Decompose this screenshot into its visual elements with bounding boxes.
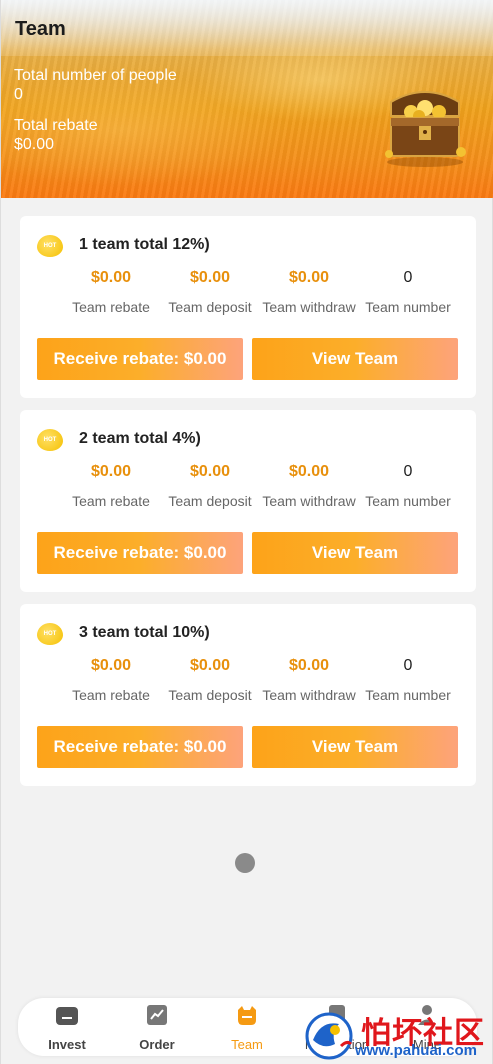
nav-item-order[interactable]: Order: [122, 1004, 192, 1052]
stat-value: $0.00: [288, 269, 330, 286]
stat-label: Team number: [365, 493, 451, 509]
receive-rebate-button[interactable]: Receive rebate: $0.00: [37, 726, 243, 768]
nav-label: Team: [231, 1037, 263, 1052]
hot-icon: HOT: [37, 623, 63, 645]
watermark-url: www.pahuai.com: [355, 1042, 477, 1059]
stat-value: 0: [403, 269, 413, 286]
stat-value: $0.00: [189, 657, 231, 674]
watermark-logo-icon: [305, 1012, 353, 1060]
stat-team-withdraw: $0.00 Team withdraw: [259, 269, 359, 315]
view-team-button[interactable]: View Team: [252, 338, 458, 380]
stat-label: Team withdraw: [262, 299, 356, 315]
view-team-button[interactable]: View Team: [252, 726, 458, 768]
stat-team-number: 0 Team number: [358, 463, 458, 509]
chart-icon: [147, 1005, 167, 1025]
stat-team-deposit: $0.00 Team deposit: [160, 269, 260, 315]
stat-label: Team number: [365, 299, 451, 315]
stat-team-rebate: $0.00 Team rebate: [61, 657, 161, 703]
stat-label: Team number: [365, 687, 451, 703]
stat-value: $0.00: [288, 463, 330, 480]
loading-spinner-icon: [235, 853, 255, 873]
stat-team-number: 0 Team number: [358, 657, 458, 703]
nav-label: Invest: [48, 1037, 86, 1052]
stat-value: 0: [403, 657, 413, 674]
stat-team-number: 0 Team number: [358, 269, 458, 315]
page-title: Team: [15, 18, 66, 40]
stat-value: $0.00: [189, 269, 231, 286]
total-people-value: 0: [14, 86, 23, 103]
stat-value: $0.00: [90, 657, 132, 674]
team-header-banner: Team Total number of people 0 Total reba…: [1, 0, 493, 198]
treasure-chest-icon: [385, 91, 466, 167]
stat-team-deposit: $0.00 Team deposit: [160, 463, 260, 509]
total-rebate-value: $0.00: [14, 136, 55, 153]
stat-label: Team deposit: [168, 299, 252, 315]
stat-team-rebate: $0.00 Team rebate: [61, 463, 161, 509]
stat-value: $0.00: [189, 463, 231, 480]
stat-value: $0.00: [288, 657, 330, 674]
stat-value: $0.00: [90, 269, 132, 286]
hot-icon: HOT: [37, 429, 63, 451]
team-card-level-2: HOT 2 team total 4%) $0.00 Team rebate $…: [20, 410, 476, 592]
receive-rebate-button[interactable]: Receive rebate: $0.00: [37, 338, 243, 380]
card-title: 1 team total 12%): [79, 236, 210, 253]
receive-rebate-button[interactable]: Receive rebate: $0.00: [37, 532, 243, 574]
stat-team-withdraw: $0.00 Team withdraw: [259, 657, 359, 703]
stat-label: Team deposit: [168, 687, 252, 703]
stat-team-rebate: $0.00 Team rebate: [61, 269, 161, 315]
invest-icon: [56, 1007, 78, 1025]
view-team-button[interactable]: View Team: [252, 532, 458, 574]
stat-label: Team withdraw: [262, 493, 356, 509]
nav-item-invest[interactable]: Invest: [32, 1004, 102, 1052]
card-title: 2 team total 4%): [79, 430, 201, 447]
card-title: 3 team total 10%): [79, 624, 210, 641]
total-people-label: Total number of people: [14, 67, 177, 84]
header-bar: [1, 0, 493, 56]
nav-label: Order: [139, 1037, 175, 1052]
stat-value: 0: [403, 463, 413, 480]
stat-label: Team deposit: [168, 493, 252, 509]
stat-value: $0.00: [90, 463, 132, 480]
team-card-level-1: HOT 1 team total 12%) $0.00 Team rebate …: [20, 216, 476, 398]
stat-label: Team rebate: [72, 687, 150, 703]
nav-item-team[interactable]: Team: [212, 1004, 282, 1052]
team-icon: [238, 1006, 256, 1025]
stat-team-deposit: $0.00 Team deposit: [160, 657, 260, 703]
watermark: 怕坏社区 www.pahuai.com: [301, 1006, 491, 1062]
stat-label: Team rebate: [72, 493, 150, 509]
stat-label: Team withdraw: [262, 687, 356, 703]
total-rebate-label: Total rebate: [14, 117, 98, 134]
team-card-level-3: HOT 3 team total 10%) $0.00 Team rebate …: [20, 604, 476, 786]
stat-team-withdraw: $0.00 Team withdraw: [259, 463, 359, 509]
hot-icon: HOT: [37, 235, 63, 257]
stat-label: Team rebate: [72, 299, 150, 315]
